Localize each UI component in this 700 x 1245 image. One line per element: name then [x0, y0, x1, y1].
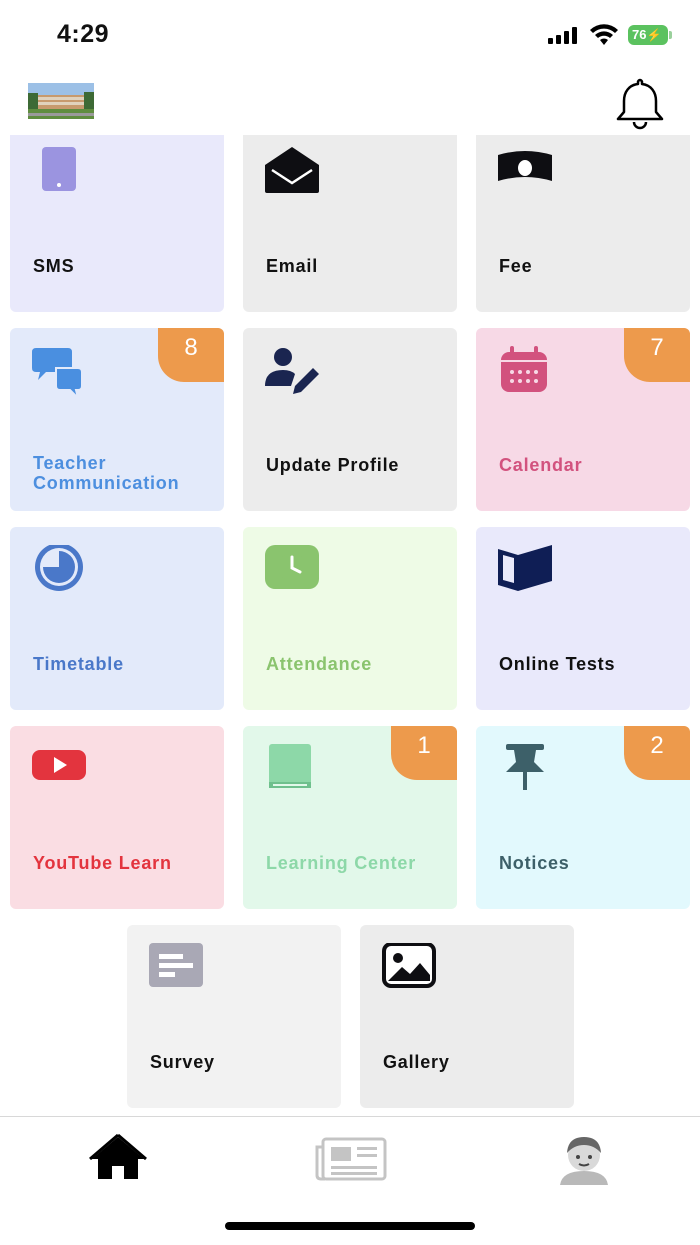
chat-bubbles-icon [32, 348, 83, 396]
book-open-icon [498, 545, 552, 591]
avatar-icon[interactable] [554, 1133, 614, 1185]
tile-label: Timetable [33, 654, 124, 674]
battery-indicator: 76⚡ [628, 25, 668, 45]
tile-calendar[interactable]: 7 Calendar [476, 328, 690, 511]
tile-label: Notices [499, 853, 570, 873]
tile-label: Calendar [499, 455, 583, 475]
money-bill-icon [498, 151, 552, 181]
image-icon [382, 943, 436, 988]
tile-fee[interactable]: Fee [476, 135, 690, 312]
tile-youtube-learn[interactable]: YouTube Learn [10, 726, 224, 909]
tile-label: Attendance [266, 654, 373, 674]
tile-survey[interactable]: Survey [127, 925, 341, 1108]
survey-icon [149, 943, 203, 987]
tile-notices[interactable]: 2 Notices [476, 726, 690, 909]
battery-tip [669, 31, 672, 39]
book-icon [269, 744, 311, 788]
tile-update-profile[interactable]: Update Profile [243, 328, 457, 511]
tile-timetable[interactable]: Timetable [10, 527, 224, 710]
user-edit-icon [265, 348, 319, 394]
tile-teacher-communication[interactable]: 8 Teacher Communication [10, 328, 224, 511]
tile-sms[interactable]: SMS [10, 135, 224, 312]
tile-email[interactable]: Email [243, 135, 457, 312]
notification-badge: 1 [391, 726, 457, 780]
tile-label: Gallery [383, 1052, 450, 1072]
clock-square-icon [265, 545, 319, 589]
tile-label: YouTube Learn [33, 853, 172, 873]
tile-label: SMS [33, 256, 75, 276]
top-bar [0, 70, 700, 134]
tile-label-line-1: Teacher [33, 453, 107, 473]
notification-badge: 2 [624, 726, 690, 780]
tile-label: Survey [150, 1052, 215, 1072]
newspaper-icon[interactable] [315, 1137, 387, 1181]
home-icon[interactable] [88, 1133, 148, 1185]
notification-badge: 7 [624, 328, 690, 382]
wifi-icon [590, 24, 618, 45]
tile-learning-center[interactable]: 1 Learning Center [243, 726, 457, 909]
battery-level: 76 [632, 27, 647, 42]
envelope-open-icon [265, 147, 319, 193]
status-time: 4:29 [57, 20, 110, 48]
tile-label: Fee [499, 256, 533, 276]
tile-label: Email [266, 256, 319, 276]
tile-label: Learning Center [266, 853, 417, 873]
phone-icon [42, 147, 76, 191]
notification-badge: 8 [158, 328, 224, 382]
bell-icon[interactable] [612, 74, 668, 130]
tile-attendance[interactable]: Attendance [243, 527, 457, 710]
signal-icon [548, 26, 580, 44]
tile-label-line-2: Communication [33, 473, 180, 493]
school-logo [28, 83, 94, 119]
pin-icon [506, 744, 544, 790]
youtube-icon [32, 750, 86, 780]
home-indicator [225, 1222, 475, 1230]
calendar-icon [501, 346, 547, 392]
tile-online-tests[interactable]: Online Tests [476, 527, 690, 710]
status-bar: 4:29 76⚡ [0, 0, 700, 70]
tile-label: Update Profile [266, 455, 400, 475]
tile-label: Online Tests [499, 654, 616, 674]
clock-pie-icon [35, 545, 83, 591]
tile-label: Teacher Communication [33, 453, 179, 493]
tile-gallery[interactable]: Gallery [360, 925, 574, 1108]
